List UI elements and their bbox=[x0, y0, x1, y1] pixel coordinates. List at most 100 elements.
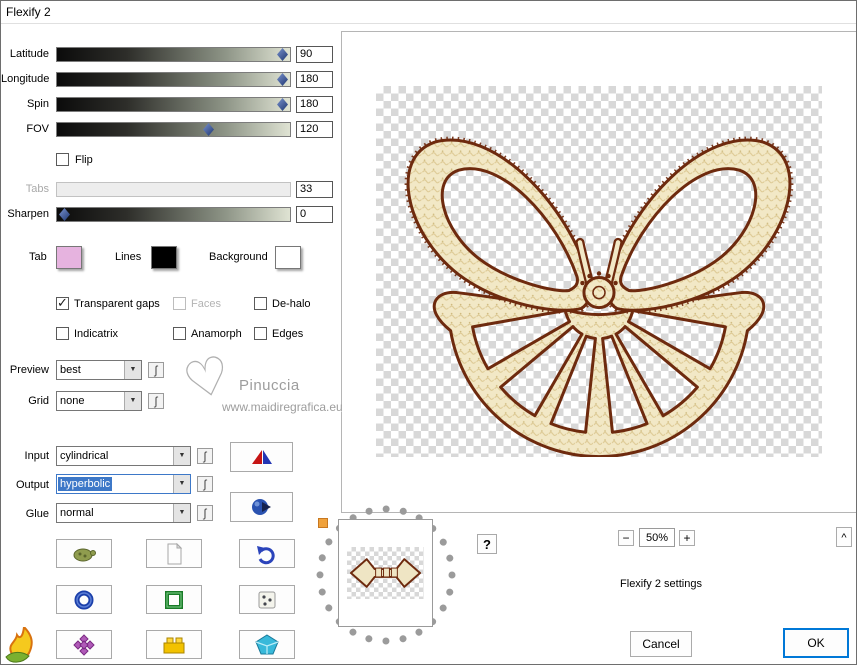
edges-label: Edges bbox=[272, 328, 304, 340]
tabs-value[interactable]: 33 bbox=[296, 181, 333, 198]
latitude-slider-thumb[interactable] bbox=[277, 48, 288, 61]
yellow-brick-icon bbox=[163, 637, 185, 653]
edges-checkbox[interactable] bbox=[254, 327, 267, 340]
input-label: Input bbox=[24, 450, 49, 462]
chevron-down-icon[interactable]: ▼ bbox=[173, 504, 190, 522]
input-action-button[interactable] bbox=[230, 442, 293, 472]
ring-button[interactable] bbox=[56, 585, 112, 614]
green-square-frame-icon bbox=[165, 590, 183, 609]
faces-label: Faces bbox=[191, 298, 221, 310]
thumbnail-marker[interactable] bbox=[318, 518, 328, 528]
sharpen-value[interactable]: 0 bbox=[296, 206, 333, 223]
flip-checkbox[interactable] bbox=[56, 153, 69, 166]
flaming-pear-logo bbox=[4, 624, 46, 664]
output-dropdown-value: hyperbolic bbox=[58, 477, 113, 491]
lines-color-swatch[interactable] bbox=[151, 246, 177, 269]
chevron-down-icon[interactable]: ▼ bbox=[124, 361, 141, 379]
spin-label: Spin bbox=[26, 98, 49, 110]
spin-slider[interactable] bbox=[56, 97, 291, 112]
fov-value[interactable]: 120 bbox=[296, 121, 333, 138]
faces-checkbox bbox=[173, 297, 186, 310]
chevron-down-icon[interactable]: ▼ bbox=[173, 475, 190, 493]
sharpen-slider-thumb[interactable] bbox=[59, 208, 70, 221]
fov-slider[interactable] bbox=[56, 122, 291, 137]
tab-swatch-label: Tab bbox=[29, 251, 47, 263]
input-reset-button[interactable]: ʃ bbox=[197, 448, 213, 464]
latitude-slider[interactable] bbox=[56, 47, 291, 62]
settings-caption: Flexify 2 settings bbox=[620, 578, 702, 590]
flower-button[interactable] bbox=[56, 630, 112, 659]
undo-arrow-icon bbox=[257, 545, 275, 564]
lines-swatch-label: Lines bbox=[115, 251, 142, 263]
glue-dropdown-value: normal bbox=[60, 507, 94, 519]
preview-reset-button[interactable]: ʃ bbox=[148, 362, 164, 378]
glue-dropdown[interactable]: normal ▼ bbox=[56, 503, 191, 523]
longitude-value[interactable]: 180 bbox=[296, 71, 333, 88]
square-frame-button[interactable] bbox=[146, 585, 202, 614]
indicatrix-label: Indicatrix bbox=[74, 328, 119, 340]
watermark-url: www.maidiregrafica.eu bbox=[222, 400, 343, 414]
tabs-label: Tabs bbox=[25, 183, 49, 195]
preview-dropdown[interactable]: best ▼ bbox=[56, 360, 142, 380]
dice-button[interactable] bbox=[239, 585, 295, 614]
spin-value[interactable]: 180 bbox=[296, 96, 333, 113]
purple-flower-icon bbox=[73, 633, 95, 656]
butterfly-image bbox=[404, 136, 794, 459]
help-button[interactable]: ? bbox=[477, 534, 497, 554]
chevron-down-icon[interactable]: ▼ bbox=[173, 447, 190, 465]
window-title: Flexify 2 bbox=[6, 5, 51, 19]
tabs-slider bbox=[56, 182, 291, 197]
input-dropdown[interactable]: cylindrical ▼ bbox=[56, 446, 191, 466]
blue-sphere-icon bbox=[251, 499, 271, 515]
tab-color-swatch[interactable] bbox=[56, 246, 82, 269]
brick-button[interactable] bbox=[146, 630, 202, 659]
glue-reset-button[interactable]: ʃ bbox=[197, 505, 213, 521]
turtle-icon bbox=[73, 548, 96, 561]
longitude-slider[interactable] bbox=[56, 72, 291, 87]
help-icon: ? bbox=[483, 536, 491, 552]
grid-reset-button[interactable]: ʃ bbox=[148, 393, 164, 409]
dehalo-label: De-halo bbox=[272, 298, 311, 310]
latitude-value[interactable]: 90 bbox=[296, 46, 333, 63]
sharpen-slider[interactable] bbox=[56, 207, 291, 222]
preview-canvas bbox=[376, 86, 822, 459]
output-reset-button[interactable]: ʃ bbox=[197, 476, 213, 492]
transparent-gaps-checkbox[interactable]: ✓ bbox=[56, 295, 69, 310]
watermark-name: Pinuccia bbox=[239, 377, 300, 394]
output-dropdown[interactable]: hyperbolic ▼ bbox=[56, 474, 191, 494]
titlebar-divider bbox=[1, 23, 856, 24]
ok-button[interactable]: OK bbox=[784, 629, 848, 657]
collapse-button[interactable]: ^ bbox=[836, 527, 852, 547]
blue-ring-icon bbox=[74, 590, 94, 609]
longitude-label: Longitude bbox=[1, 73, 50, 85]
zoom-in-button[interactable]: + bbox=[679, 530, 695, 546]
grid-dropdown[interactable]: none ▼ bbox=[56, 391, 142, 411]
thumbnail-image bbox=[349, 558, 422, 588]
background-color-swatch[interactable] bbox=[275, 246, 301, 269]
spin-slider-thumb[interactable] bbox=[277, 98, 288, 111]
blue-gem-icon bbox=[255, 633, 279, 654]
blank-page-icon bbox=[167, 542, 183, 564]
glue-label: Glue bbox=[25, 508, 49, 520]
blank-page-button[interactable] bbox=[146, 539, 202, 568]
longitude-slider-thumb[interactable] bbox=[277, 73, 288, 86]
anamorph-label: Anamorph bbox=[191, 328, 242, 340]
zoom-out-button[interactable]: − bbox=[618, 530, 634, 546]
dehalo-checkbox[interactable] bbox=[254, 297, 267, 310]
check-icon: ✓ bbox=[57, 295, 68, 310]
cancel-button[interactable]: Cancel bbox=[630, 631, 692, 657]
indicatrix-checkbox[interactable] bbox=[56, 327, 69, 340]
flame-icon bbox=[5, 624, 33, 663]
fov-slider-thumb[interactable] bbox=[203, 123, 214, 136]
chevron-down-icon[interactable]: ▼ bbox=[124, 392, 141, 410]
zoom-level[interactable]: 50% bbox=[639, 528, 675, 547]
projection-thumbnail[interactable] bbox=[338, 519, 433, 627]
red-blue-pinwheel-icon bbox=[251, 450, 272, 464]
gem-button[interactable] bbox=[239, 630, 295, 659]
anamorph-checkbox[interactable] bbox=[173, 327, 186, 340]
fov-label: FOV bbox=[26, 123, 49, 135]
output-action-button[interactable] bbox=[230, 492, 293, 522]
turtle-button[interactable] bbox=[56, 539, 112, 568]
flip-label: Flip bbox=[75, 154, 93, 166]
undo-button[interactable] bbox=[239, 539, 295, 568]
